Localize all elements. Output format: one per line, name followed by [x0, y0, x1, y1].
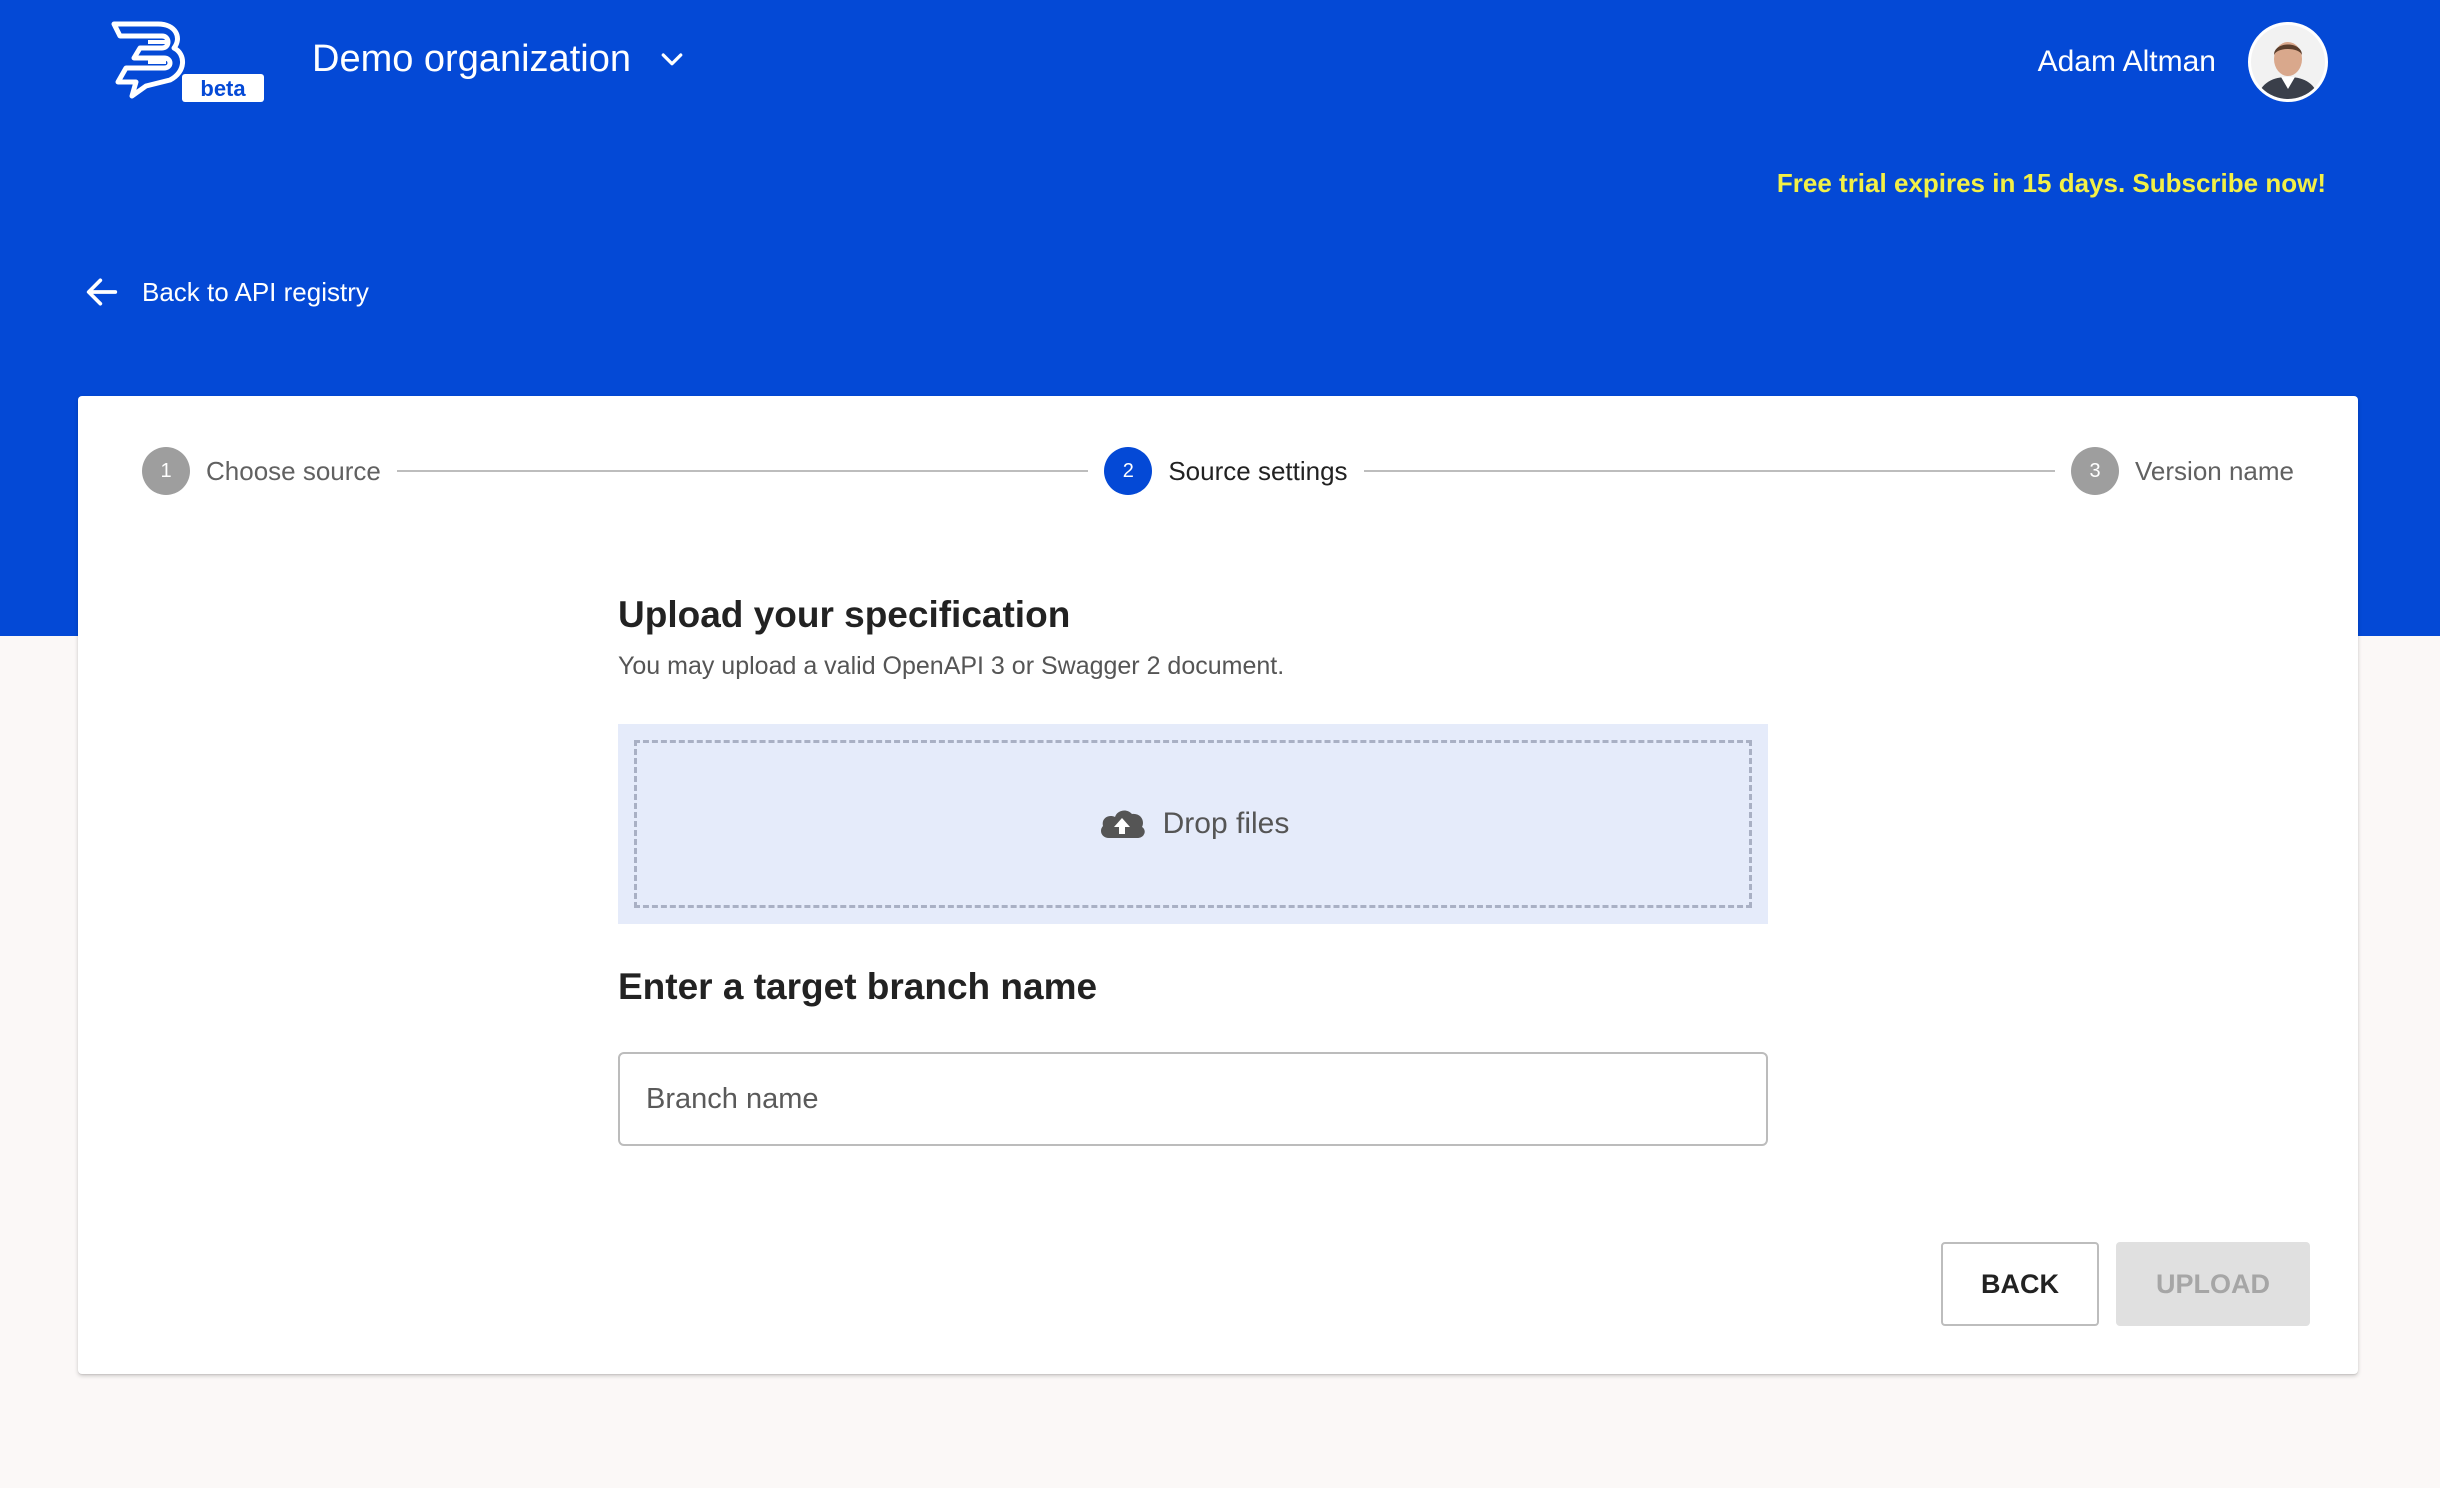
org-name: Demo organization [312, 38, 631, 80]
step-number: 2 [1104, 447, 1153, 495]
file-dropzone[interactable]: Drop files [618, 724, 1768, 924]
logo-icon[interactable]: beta [106, 20, 266, 104]
upload-card: 1 Choose source 2 Source settings 3 Vers… [78, 396, 2358, 1374]
back-button[interactable]: BACK [1941, 1242, 2099, 1326]
branch-name-input[interactable] [620, 1054, 1766, 1144]
step-label: Source settings [1168, 455, 1348, 486]
cloud-upload-icon [1100, 810, 1145, 838]
arrow-left-icon [86, 278, 118, 306]
org-selector[interactable]: Demo organization [312, 38, 687, 81]
branch-name-field[interactable] [618, 1052, 1768, 1146]
dropzone-label: Drop files [1162, 807, 1290, 840]
upload-button[interactable]: UPLOAD [2116, 1242, 2310, 1326]
back-to-registry-link[interactable]: Back to API registry [82, 272, 369, 312]
step-version-name: 3 Version name [2071, 447, 2294, 495]
trial-notice-link[interactable]: Free trial expires in 15 days. Subscribe… [1777, 168, 2326, 199]
step-number: 1 [142, 447, 190, 495]
user-menu[interactable]: Adam Altman [2038, 22, 2328, 102]
step-label: Choose source [206, 455, 381, 486]
upload-section: Upload your specification You may upload… [618, 594, 1768, 681]
user-name: Adam Altman [2037, 45, 2216, 78]
stepper: 1 Choose source 2 Source settings 3 Vers… [142, 446, 2294, 496]
branch-title: Enter a target branch name [618, 966, 1098, 1007]
logo-badge: beta [200, 76, 246, 101]
dropzone-area[interactable]: Drop files [634, 740, 1752, 908]
chevron-down-icon [661, 52, 683, 65]
step-label: Version name [2135, 455, 2294, 486]
upload-title: Upload your specification [618, 594, 1071, 635]
upload-subtitle: You may upload a valid OpenAPI 3 or Swag… [618, 652, 1285, 680]
step-source-settings: 2 Source settings [1104, 447, 1348, 495]
back-link-label: Back to API registry [142, 276, 369, 307]
avatar[interactable] [2248, 22, 2328, 102]
step-connector [1363, 470, 2056, 472]
step-choose-source: 1 Choose source [142, 447, 381, 495]
step-connector [396, 470, 1089, 472]
step-number: 3 [2071, 447, 2120, 495]
